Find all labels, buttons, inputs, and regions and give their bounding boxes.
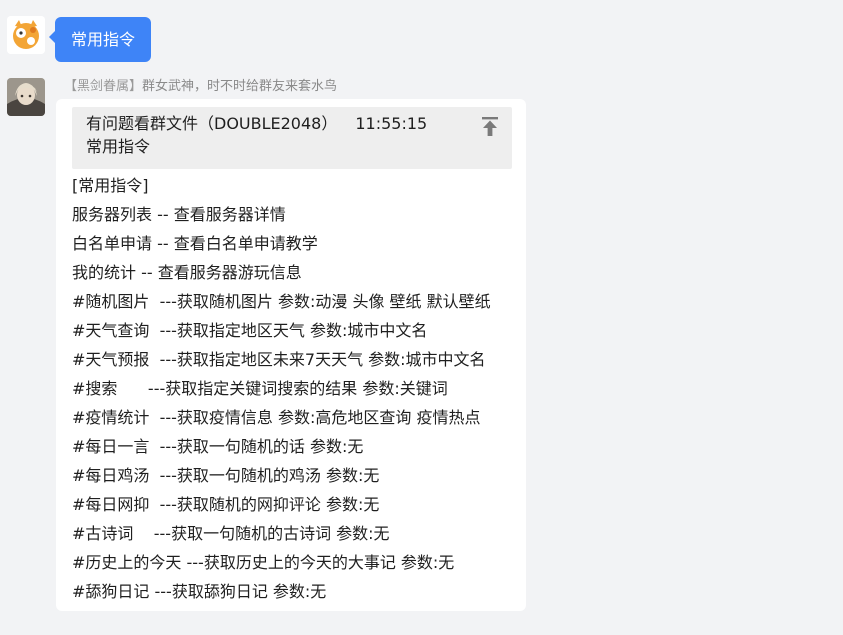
command-list: [常用指令] 服务器列表 -- 查看服务器详情 白名单申请 -- 查看白名单申请… (72, 171, 522, 606)
message-bubble-reply[interactable]: 有问题看群文件（DOUBLE2048） 11:55:15 常用指令 [常用指令] … (56, 99, 526, 611)
command-line: #天气查询 ---获取指定地区天气 参数:城市中文名 (72, 321, 428, 340)
command-line: #每日网抑 ---获取随机的网抑评论 参数:无 (72, 495, 380, 514)
command-line: #每日鸡汤 ---获取一句随机的鸡汤 参数:无 (72, 466, 380, 485)
command-line: #随机图片 ---获取随机图片 参数:动漫 头像 壁纸 默认壁纸 (72, 292, 491, 311)
quoted-message[interactable]: 有问题看群文件（DOUBLE2048） 11:55:15 常用指令 (72, 107, 512, 169)
quote-time: 11:55:15 (355, 114, 428, 133)
command-line: 白名单申请 -- 查看白名单申请教学 (72, 234, 318, 253)
command-line: #疫情统计 ---获取疫情信息 参数:高危地区查询 疫情热点 (72, 408, 481, 427)
command-line: [常用指令] (72, 176, 149, 195)
sender-title-badge: 【黑剑眷属】 (64, 79, 143, 94)
orange-cat-avatar-icon[interactable] (7, 16, 45, 54)
message-bubble-command[interactable]: 常用指令 (48, 17, 152, 62)
command-line: #搜索 ---获取指定关键词搜索的结果 参数:关键词 (72, 379, 448, 398)
quote-header: 有问题看群文件（DOUBLE2048） 11:55:15 (86, 112, 498, 135)
command-line: 我的统计 -- 查看服务器游玩信息 (72, 263, 302, 282)
sender-name: 【黑剑眷属】群女武神，时不时给群友来套水鸟 (64, 78, 337, 96)
command-line: #每日一言 ---获取一句随机的话 参数:无 (72, 437, 364, 456)
pin-to-top-icon[interactable] (480, 116, 500, 138)
command-line: #天气预报 ---获取指定地区未来7天天气 参数:城市中文名 (72, 350, 486, 369)
command-line: 服务器列表 -- 查看服务器详情 (72, 205, 286, 224)
command-line: #舔狗日记 ---获取舔狗日记 参数:无 (72, 582, 327, 601)
command-line: #历史上的今天 ---获取历史上的今天的大事记 参数:无 (72, 553, 455, 572)
sender-nickname: 群女武神，时不时给群友来套水鸟 (142, 79, 338, 94)
command-line: #古诗词 ---获取一句随机的古诗词 参数:无 (72, 524, 390, 543)
quote-source-name: 有问题看群文件（DOUBLE2048） (86, 114, 338, 133)
quote-text: 常用指令 (86, 137, 151, 156)
anime-character-avatar-icon[interactable] (7, 78, 45, 116)
